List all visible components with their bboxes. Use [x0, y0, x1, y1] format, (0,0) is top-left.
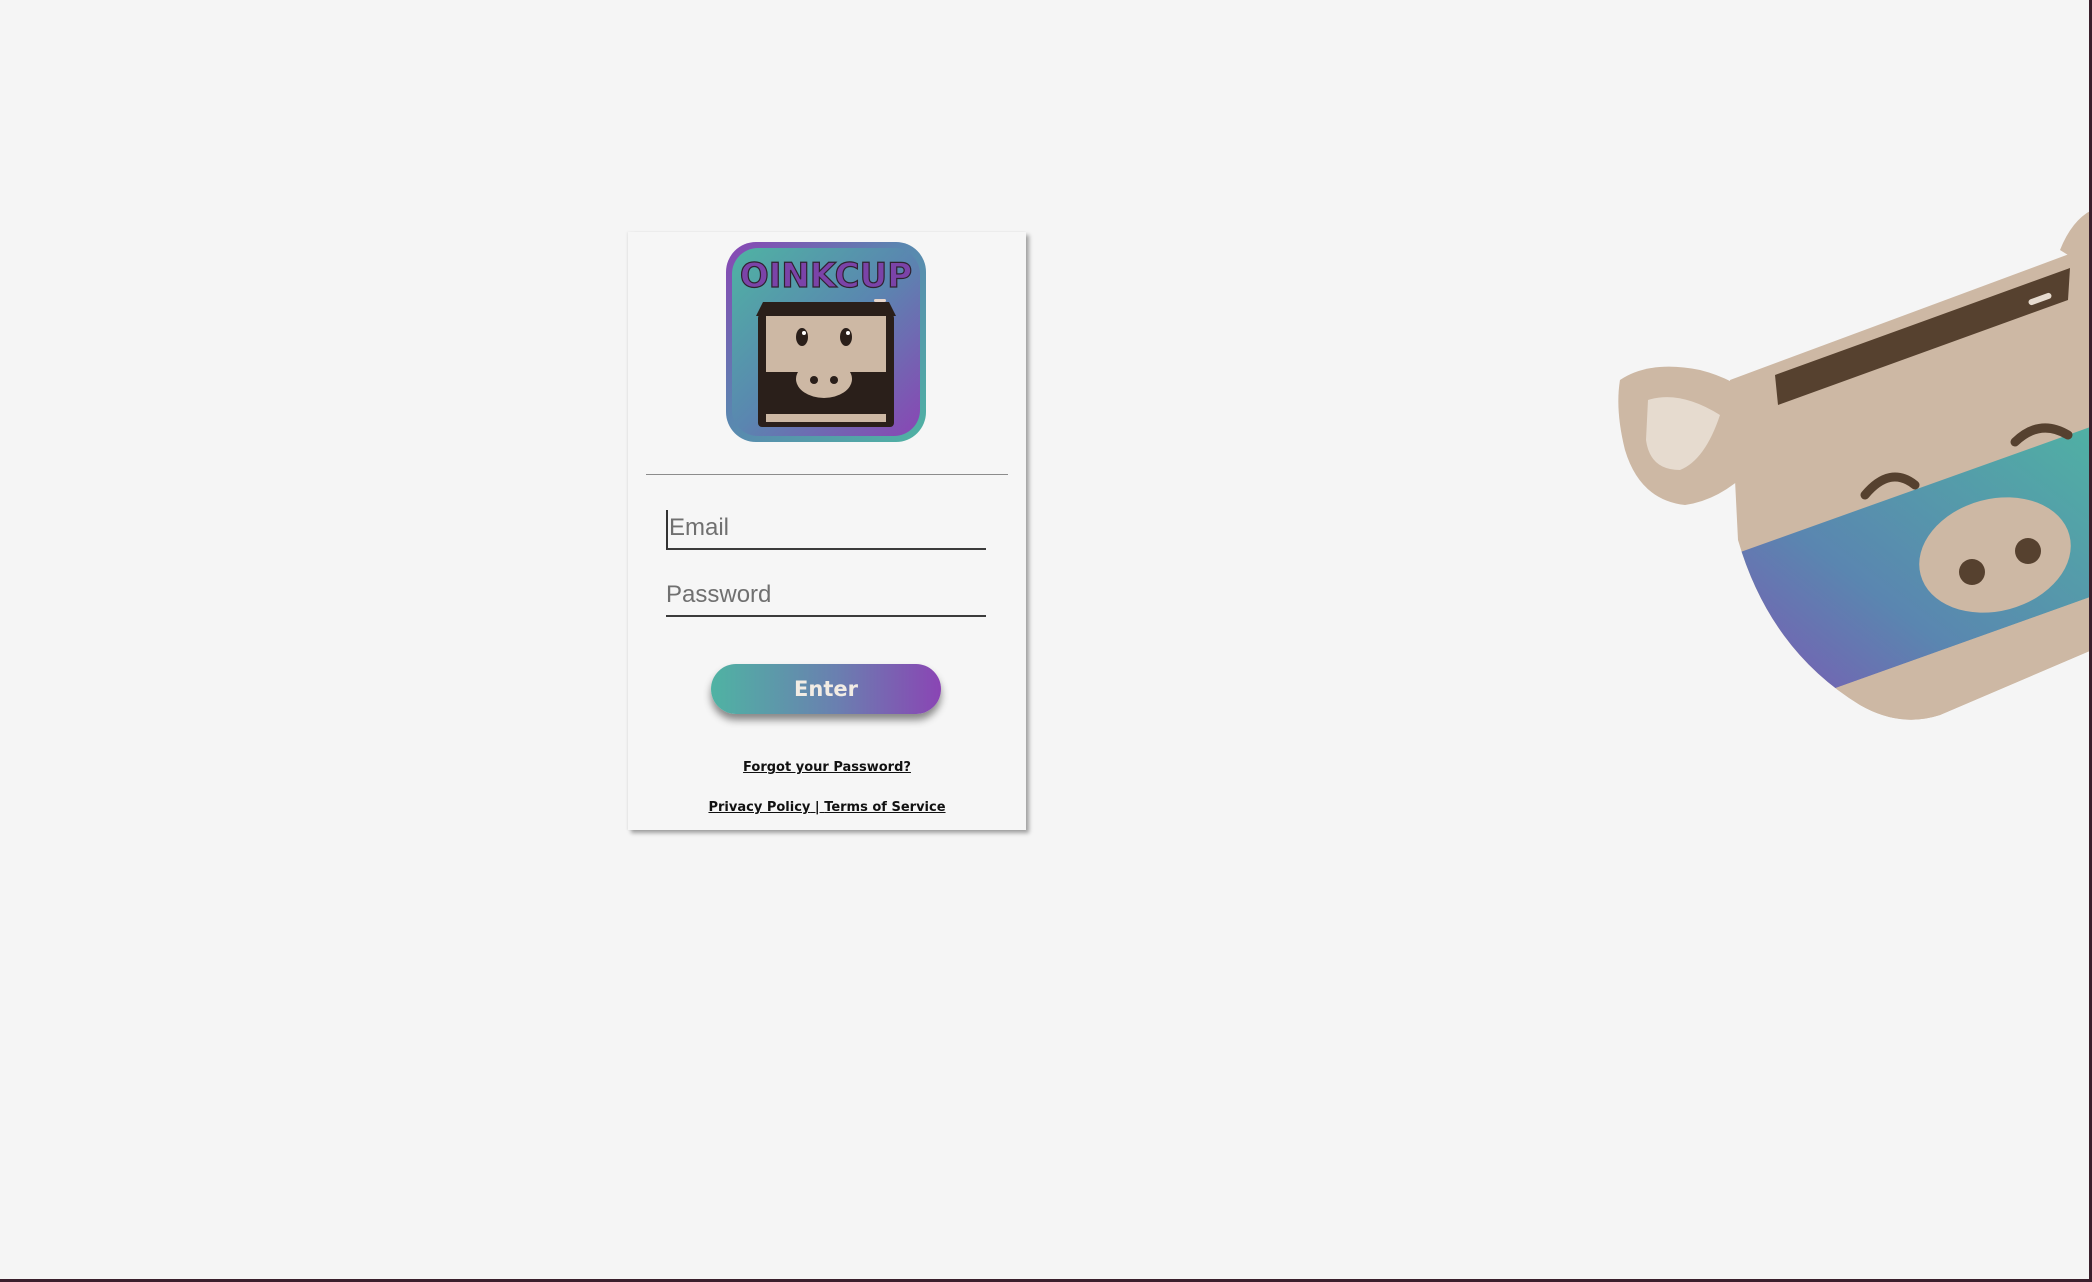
legal-links: Privacy Policy | Terms of Service	[628, 800, 1026, 815]
forgot-password-link[interactable]: Forgot your Password?	[743, 760, 911, 775]
divider	[646, 474, 1008, 475]
legal-separator: |	[810, 800, 825, 815]
oinkcup-logo: OINKCUP	[726, 242, 926, 442]
enter-button[interactable]: Enter	[711, 664, 941, 714]
password-input[interactable]	[666, 577, 986, 617]
login-page: OINKCUP Enter Forg	[0, 0, 2092, 1282]
privacy-policy-link[interactable]: Privacy Policy	[708, 800, 810, 815]
terms-of-service-link[interactable]: Terms of Service	[824, 800, 945, 815]
login-card: OINKCUP Enter Forg	[628, 232, 1026, 830]
forgot-password-row: Forgot your Password?	[628, 760, 1026, 775]
pig-mascot-icon	[1610, 210, 2092, 730]
email-input[interactable]	[666, 510, 986, 550]
logo-wordmark: OINKCUP	[740, 256, 912, 296]
